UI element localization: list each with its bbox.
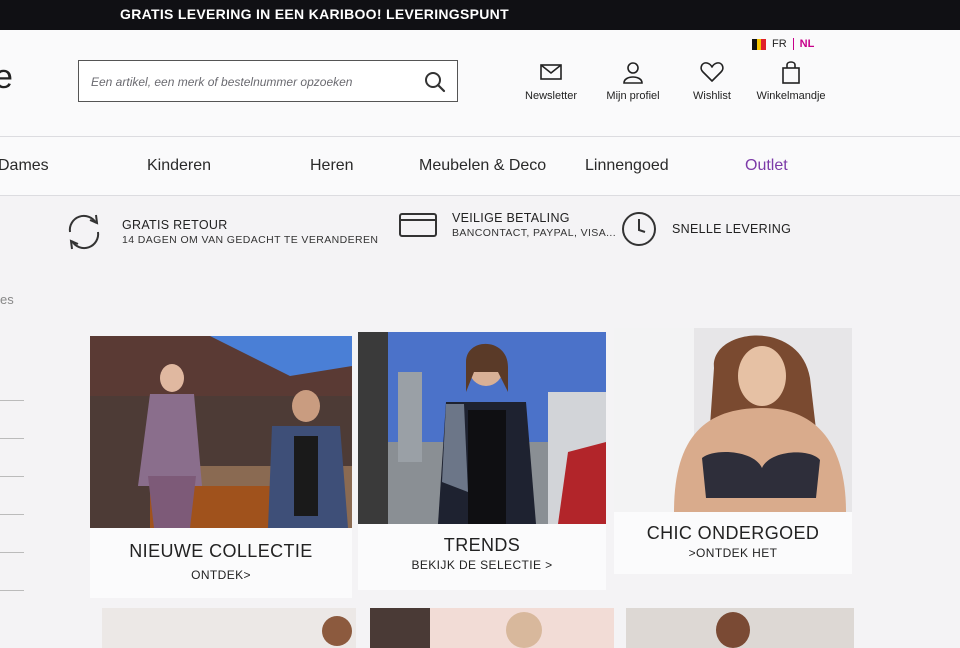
sidebar-divider	[0, 400, 24, 401]
wishlist-link[interactable]: Wishlist	[688, 60, 736, 102]
category-card-peek[interactable]	[102, 608, 356, 648]
category-card-new-collection[interactable]: NIEUWE COLLECTIE ONTDEK>	[90, 336, 352, 598]
card-link[interactable]: ONTDEK>	[90, 568, 352, 582]
new-collection-photo[interactable]	[90, 336, 352, 528]
nav-item-dames[interactable]: Dames	[0, 157, 49, 175]
profile-link[interactable]: Mijn profiel	[602, 60, 664, 102]
mail-icon	[540, 64, 562, 80]
promo-bar: GRATIS LEVERING IN EEN KARIBOO! LEVERING…	[0, 0, 960, 30]
usp-fast-delivery: SNELLE LEVERING	[620, 210, 791, 248]
card-link[interactable]: >ONTDEK HET	[614, 546, 852, 560]
lang-nl[interactable]: NL	[800, 38, 815, 50]
usp-secure-payment: VEILIGE BETALING BANCONTACT, PAYPAL, VIS…	[398, 210, 616, 240]
search-input[interactable]	[89, 71, 413, 93]
search-icon[interactable]	[423, 70, 447, 94]
logo[interactable]: e	[0, 60, 13, 94]
category-card-lingerie[interactable]: CHIC ONDERGOED >ONTDEK HET	[614, 328, 852, 574]
search-box	[78, 60, 458, 102]
card-title[interactable]: TRENDS	[358, 535, 606, 556]
cart-label: Winkelmandje	[756, 90, 826, 102]
nav-item-outlet[interactable]: Outlet	[745, 157, 788, 175]
promo-text: GRATIS LEVERING IN EEN KARIBOO! LEVERING…	[120, 6, 509, 22]
photo-fragment	[322, 616, 352, 646]
sidebar-divider	[0, 438, 24, 439]
belgium-flag-icon	[752, 38, 767, 50]
nav-item-kinderen[interactable]: Kinderen	[147, 157, 211, 175]
card-link[interactable]: BEKIJK DE SELECTIE >	[358, 558, 606, 572]
usp-free-returns: GRATIS RETOUR 14 DAGEN OM VAN GEDACHT TE…	[60, 210, 378, 254]
photo-fragment	[716, 612, 750, 648]
profile-label: Mijn profiel	[606, 90, 660, 102]
nav-item-meubelen-deco[interactable]: Meubelen & Deco	[419, 157, 546, 175]
return-arrows-icon	[68, 214, 100, 250]
lang-fr[interactable]: FR	[772, 38, 787, 50]
usp-title: GRATIS RETOUR	[122, 218, 228, 232]
card-title[interactable]: NIEUWE COLLECTIE	[90, 541, 352, 562]
heart-icon	[700, 62, 724, 82]
nav-item-heren[interactable]: Heren	[310, 157, 354, 175]
sidebar-divider	[0, 552, 24, 553]
wishlist-label: Wishlist	[693, 90, 731, 102]
language-switcher: FR NL	[752, 38, 814, 50]
category-card-peek[interactable]	[370, 608, 614, 648]
usp-subtitle: BANCONTACT, PAYPAL, VISA...	[452, 227, 617, 239]
photo-fragment	[506, 612, 542, 648]
category-card-trends[interactable]: TRENDS BEKIJK DE SELECTIE >	[358, 332, 606, 590]
lingerie-photo[interactable]	[614, 328, 852, 512]
shopping-bag-icon	[782, 61, 800, 84]
cart-link[interactable]: Winkelmandje	[754, 60, 828, 102]
photo-fragment	[370, 608, 430, 648]
user-icon	[623, 62, 643, 84]
nav-item-linnengoed[interactable]: Linnengoed	[585, 157, 669, 175]
lang-divider	[792, 38, 794, 50]
credit-card-icon	[399, 213, 437, 237]
sidebar-divider	[0, 590, 24, 591]
sidebar-divider	[0, 476, 24, 477]
trends-photo[interactable]	[358, 332, 606, 524]
clock-icon	[622, 212, 656, 246]
card-title[interactable]: CHIC ONDERGOED	[614, 523, 852, 544]
usp-title: VEILIGE BETALING	[452, 211, 570, 225]
usp-title: SNELLE LEVERING	[672, 222, 792, 236]
breadcrumb[interactable]: es	[0, 292, 14, 307]
category-card-peek[interactable]	[626, 608, 854, 648]
sidebar-divider	[0, 514, 24, 515]
usp-subtitle: 14 DAGEN OM VAN GEDACHT TE VERANDEREN	[122, 234, 379, 246]
main-nav: Dames Kinderen Heren Meubelen & Deco Lin…	[0, 137, 960, 196]
newsletter-label: Newsletter	[525, 90, 577, 102]
newsletter-link[interactable]: Newsletter	[520, 60, 582, 102]
